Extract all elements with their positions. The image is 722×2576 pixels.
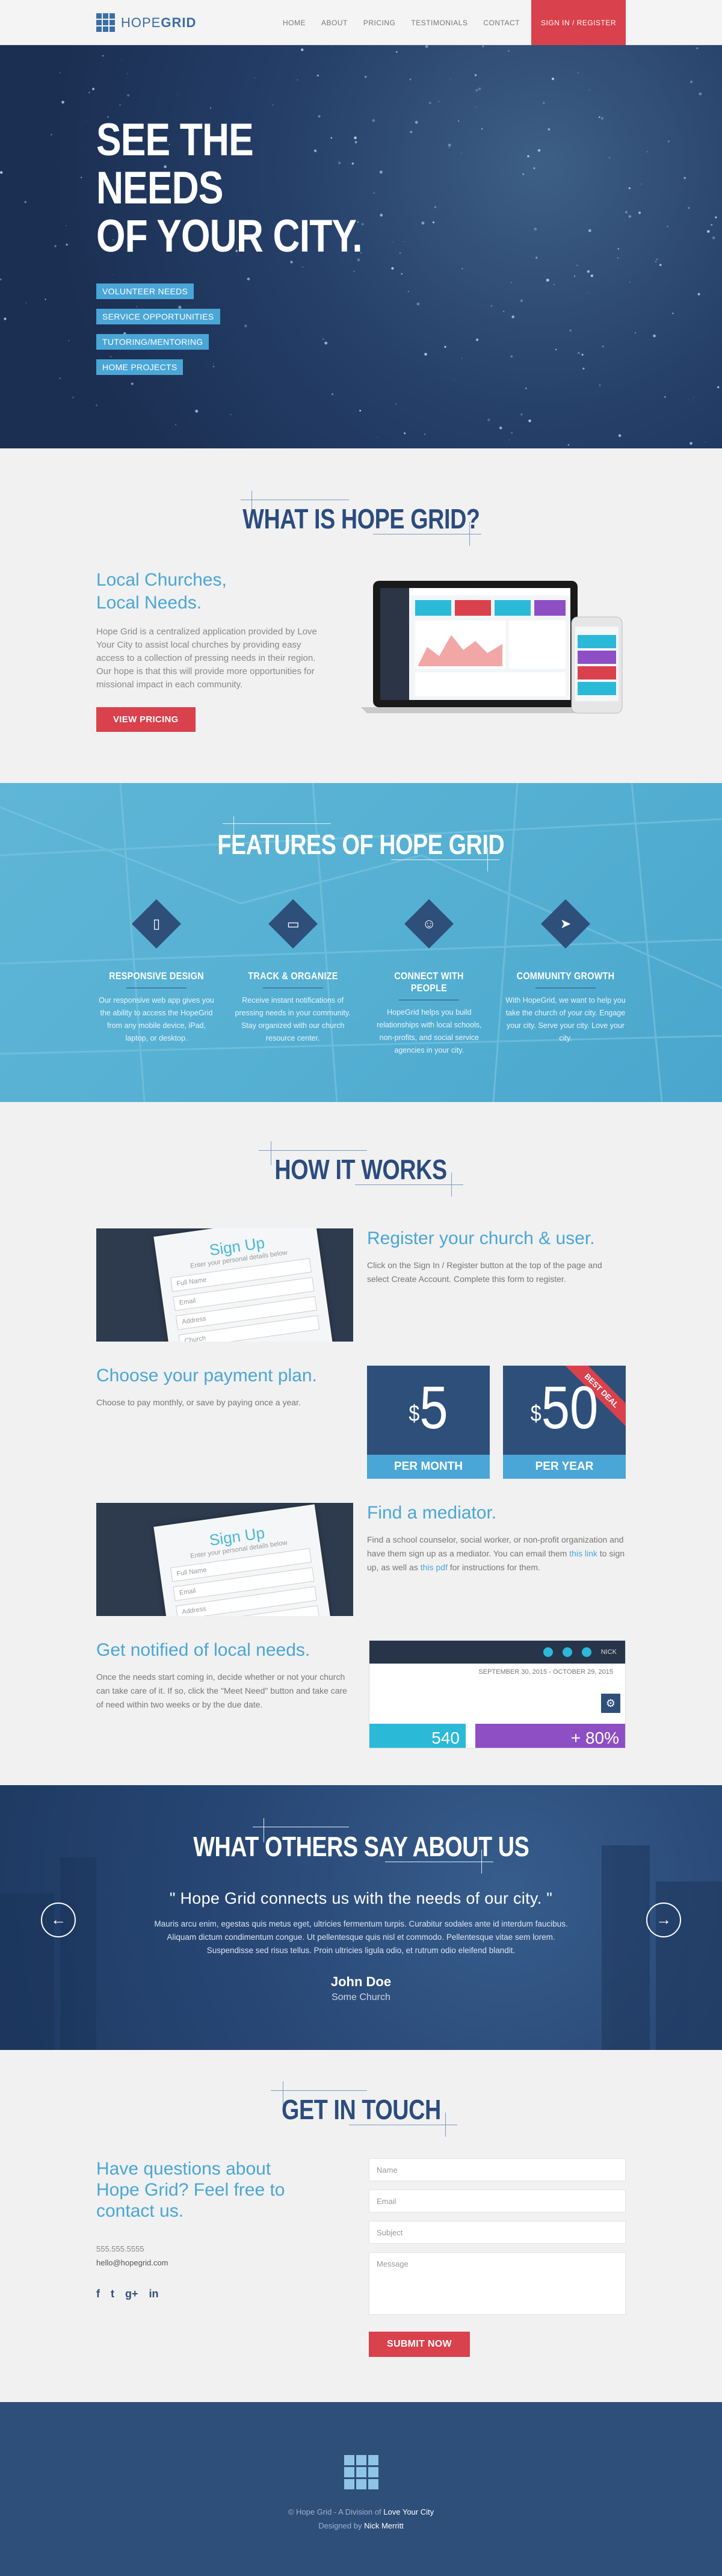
- this-link[interactable]: this link: [569, 1549, 597, 1558]
- what-heading: WHAT IS HOPE GRID?: [242, 503, 480, 534]
- footer-designer: Designed by Nick Merritt: [318, 2521, 404, 2530]
- step-notified-title: Get notified of local needs.: [96, 1640, 310, 1660]
- signin-register-button[interactable]: SIGN IN / REGISTER: [531, 0, 626, 45]
- nav-about[interactable]: ABOUT: [313, 19, 356, 27]
- twitter-icon[interactable]: t: [111, 2288, 114, 2300]
- contact-heading: GET IN TOUCH: [281, 2094, 441, 2125]
- love-your-city-link[interactable]: Love Your City: [383, 2507, 434, 2516]
- signup-form-image: Sign Up Enter your personal details belo…: [96, 1228, 353, 1342]
- nav-home[interactable]: HOME: [275, 19, 313, 27]
- features-heading: FEATURES OF HOPE GRID: [217, 829, 505, 860]
- laptop-icon: ▭: [286, 915, 300, 931]
- hero-tags: VOLUNTEER NEEDS SERVICE OPPORTUNITIES TU…: [96, 283, 626, 375]
- tag-volunteer-needs[interactable]: VOLUNTEER NEEDS: [96, 283, 194, 299]
- contact-form: Name Email Subject Message SUBMIT NOW: [369, 2158, 626, 2357]
- email-field[interactable]: Email: [369, 2190, 626, 2212]
- tag-service-opportunities[interactable]: SERVICE OPPORTUNITIES: [96, 309, 220, 324]
- section-heading: GET IN TOUCH: [96, 2081, 626, 2137]
- designer-link[interactable]: Nick Merritt: [364, 2521, 404, 2530]
- logo[interactable]: HOPEGRID: [96, 13, 196, 32]
- tag-home-projects[interactable]: HOME PROJECTS: [96, 359, 184, 375]
- hero-section: SEE THE NEEDS OF YOUR CITY. VOLUNTEER NE…: [0, 45, 722, 448]
- price-monthly-card[interactable]: $5 PER MONTH: [367, 1366, 490, 1479]
- section-heading: WHAT IS HOPE GRID?: [96, 491, 626, 546]
- what-body: Hope Grid is a centralized application p…: [96, 627, 317, 690]
- next-arrow-icon[interactable]: →: [646, 1903, 681, 1937]
- contact-email[interactable]: hello@hopegrid.com: [96, 2258, 289, 2267]
- feature-responsive-design: ▯ RESPONSIVE DESIGN Our responsive web a…: [96, 899, 217, 1057]
- features-section: FEATURES OF HOPE GRID ▯ RESPONSIVE DESIG…: [0, 783, 722, 1102]
- message-field[interactable]: Message: [369, 2252, 626, 2315]
- testimonial-name: John Doe: [330, 1974, 392, 1989]
- how-it-works-section: HOW IT WORKS Sign Up Enter your personal…: [0, 1102, 722, 1785]
- logo-grid-icon: [96, 13, 115, 32]
- user-icon: ☺: [422, 916, 436, 931]
- submit-button[interactable]: SUBMIT NOW: [369, 2332, 470, 2357]
- what-is-section: WHAT IS HOPE GRID? Local Churches, Local …: [0, 448, 722, 783]
- footer: © Hope Grid - A Division of Love Your Ci…: [0, 2402, 722, 2576]
- step-mediator-text: Find a school counselor, social worker, …: [367, 1535, 625, 1572]
- testimonial-org: Some Church: [332, 1992, 390, 2002]
- section-heading: FEATURES OF HOPE GRID: [96, 816, 626, 872]
- contact-title: Have questions about Hope Grid? Feel fre…: [96, 2159, 285, 2221]
- prev-arrow-icon[interactable]: ←: [41, 1903, 76, 1937]
- contact-section: GET IN TOUCH Have questions about Hope G…: [0, 2050, 722, 2402]
- this-pdf-link[interactable]: this pdf: [421, 1562, 448, 1572]
- subject-field[interactable]: Subject: [369, 2221, 626, 2244]
- nav-pricing[interactable]: PRICING: [356, 19, 404, 27]
- nav-testimonials[interactable]: TESTIMONIALS: [403, 19, 475, 27]
- hero-title: SEE THE NEEDS OF YOUR CITY.: [96, 114, 363, 262]
- mediator-form-image: Sign Up Enter your personal details belo…: [96, 1503, 353, 1616]
- tag-tutoring-mentoring[interactable]: TUTORING/MENTORING: [96, 334, 209, 350]
- tablet-icon: ▯: [152, 915, 161, 931]
- how-heading: HOW IT WORKS: [274, 1154, 448, 1185]
- footer-copyright: © Hope Grid - A Division of Love Your Ci…: [288, 2507, 434, 2516]
- contact-phone: 555.555.5555: [96, 2244, 144, 2253]
- name-field[interactable]: Name: [369, 2158, 626, 2181]
- devices-mockup-image: [361, 581, 623, 714]
- feature-connect-with-people: ☺ CONNECT WITH PEOPLE HopeGrid helps you…: [369, 899, 489, 1057]
- step-mediator-title: Find a mediator.: [367, 1503, 497, 1523]
- testimonial-body: Mauris arcu enim, egestas quis metus ege…: [154, 1919, 568, 1955]
- feature-community-growth: ➤ COMMUNITY GROWTH With HopeGrid, we wan…: [505, 899, 626, 1057]
- top-nav: HOPEGRID HOME ABOUT PRICING TESTIMONIALS…: [0, 0, 722, 45]
- paper-plane-icon: ➤: [560, 916, 572, 931]
- main-menu: HOME ABOUT PRICING TESTIMONIALS CONTACT …: [275, 0, 626, 45]
- linkedin-icon[interactable]: in: [149, 2288, 159, 2300]
- logo-text: HOPEGRID: [121, 14, 197, 30]
- view-pricing-button[interactable]: VIEW PRICING: [96, 707, 196, 732]
- step-payment-text: Choose to pay monthly, or save by paying…: [96, 1398, 301, 1407]
- gear-icon: ⚙: [601, 1694, 620, 1713]
- testimonials-section: WHAT OTHERS SAY ABOUT US " Hope Grid con…: [0, 1785, 722, 2050]
- google-plus-icon[interactable]: g+: [125, 2288, 138, 2300]
- testimonials-heading: WHAT OTHERS SAY ABOUT US: [193, 1831, 529, 1862]
- step-notified-text: Once the needs start coming in, decide w…: [96, 1672, 347, 1709]
- what-subtitle: Local Churches, Local Needs.: [96, 570, 227, 613]
- footer-logo-icon: [344, 2455, 378, 2489]
- step-register-title: Register your church & user.: [367, 1228, 595, 1248]
- nav-contact[interactable]: CONTACT: [475, 19, 528, 27]
- section-heading: HOW IT WORKS: [96, 1141, 626, 1197]
- step-register-text: Click on the Sign In / Register button a…: [367, 1260, 602, 1284]
- facebook-icon[interactable]: f: [96, 2288, 100, 2300]
- feature-track-organize: ▭ TRACK & ORGANIZE Receive instant notif…: [233, 899, 353, 1057]
- dashboard-image: NICK SEPTEMBER 30, 2015 - OCTOBER 29, 20…: [369, 1640, 626, 1748]
- step-payment-title: Choose your payment plan.: [96, 1366, 317, 1386]
- price-yearly-card[interactable]: BEST DEAL $50 PER YEAR: [503, 1366, 626, 1479]
- section-heading: WHAT OTHERS SAY ABOUT US: [96, 1818, 626, 1874]
- testimonial-quote: " Hope Grid connects us with the needs o…: [169, 1889, 553, 1907]
